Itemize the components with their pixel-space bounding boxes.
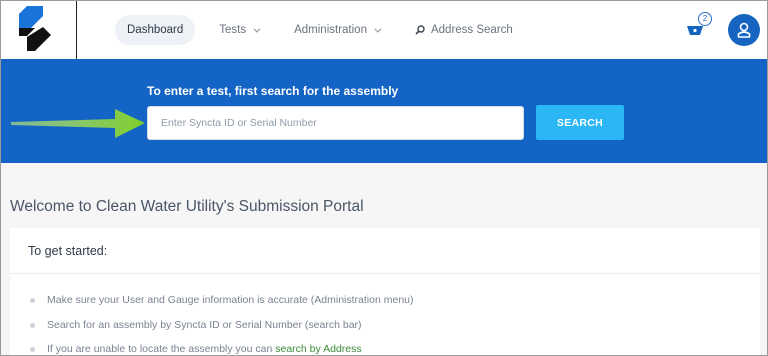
- chevron-down-icon: [253, 25, 261, 33]
- nav-administration-label: Administration: [294, 24, 367, 36]
- user-icon: [737, 22, 751, 38]
- logo-area[interactable]: [1, 1, 77, 59]
- steps-list: Make sure your User and Gauge informatio…: [28, 294, 414, 355]
- list-item: If you are unable to locate the assembly…: [28, 343, 414, 355]
- search-button[interactable]: SEARCH: [536, 105, 624, 140]
- banner-title: To enter a test, first search for the as…: [147, 84, 399, 98]
- chevron-down-icon: [374, 25, 382, 33]
- main-nav: Dashboard Tests Administration Address S…: [115, 15, 537, 45]
- nav-tests-label: Tests: [219, 24, 247, 36]
- step-text: Make sure your User and Gauge informatio…: [47, 294, 414, 306]
- cart-count-badge: 2: [698, 12, 712, 26]
- search-by-address-link[interactable]: search by Address: [275, 343, 361, 355]
- list-item: Search for an assembly by Syncta ID or S…: [28, 319, 414, 344]
- nav-tests[interactable]: Tests: [207, 15, 270, 45]
- step-text: Search for an assembly by Syncta ID or S…: [47, 318, 362, 331]
- nav-dashboard[interactable]: Dashboard: [115, 15, 196, 45]
- card-title: To get started:: [28, 244, 108, 258]
- nav-address-search[interactable]: Address Search: [403, 15, 525, 45]
- user-avatar[interactable]: [728, 14, 760, 46]
- green-arrow-icon: [11, 109, 145, 138]
- search-banner: To enter a test, first search for the as…: [1, 59, 767, 163]
- nav-administration[interactable]: Administration: [282, 15, 391, 45]
- card-divider: [10, 273, 760, 274]
- nav-dashboard-label: Dashboard: [127, 24, 184, 36]
- nav-address-search-label: Address Search: [430, 24, 513, 36]
- step-text: If you are unable to locate the assembly…: [47, 343, 276, 355]
- syncta-logo: [19, 6, 51, 51]
- search-icon: [415, 25, 425, 35]
- page-title: Welcome to Clean Water Utility's Submiss…: [10, 198, 364, 215]
- assembly-search-input[interactable]: [147, 106, 524, 140]
- top-header: Dashboard Tests Administration Address S…: [1, 1, 767, 59]
- getting-started-card: To get started: Make sure your User and …: [10, 228, 760, 355]
- list-item: Make sure your User and Gauge informatio…: [28, 294, 414, 319]
- app-frame: Dashboard Tests Administration Address S…: [0, 0, 768, 356]
